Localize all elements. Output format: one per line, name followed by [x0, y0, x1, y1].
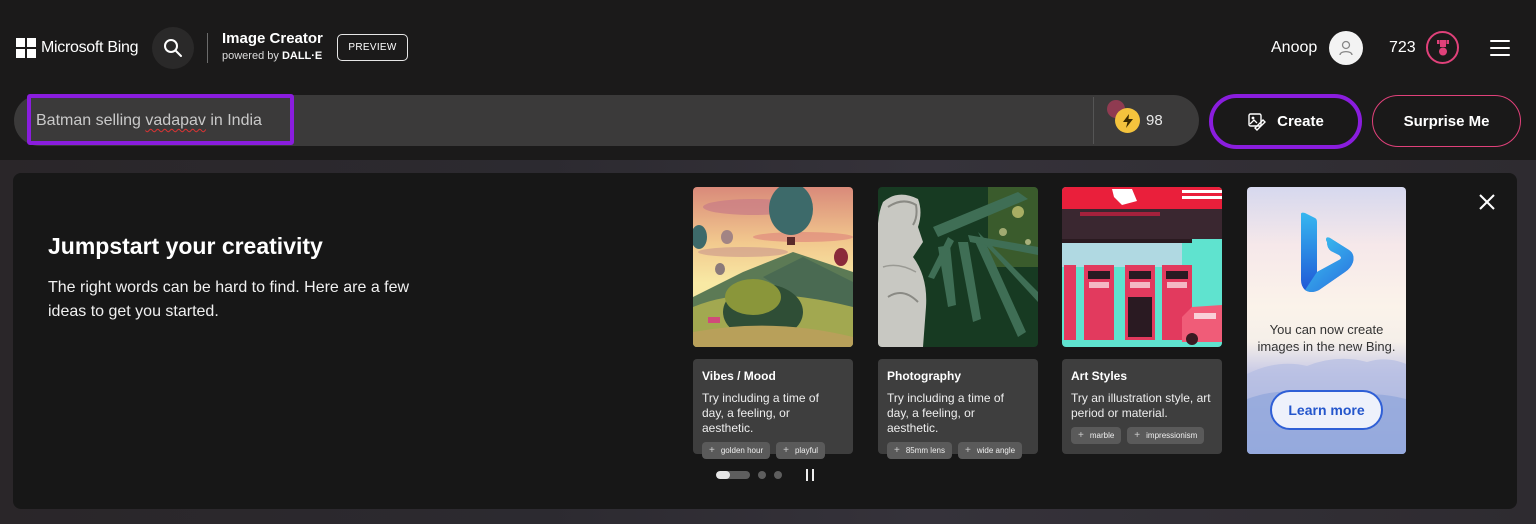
brand-sub-dalle: DALL·E	[281, 50, 323, 62]
idea-card-photography[interactable]: Photography Try including a time of day,…	[878, 187, 1038, 459]
microsoft-logo-icon	[16, 38, 36, 58]
microsoft-bing-logo[interactable]: Microsoft Bing	[16, 38, 138, 58]
card-description: Try including a time of day, a feeling, …	[887, 391, 1004, 435]
hamburger-line	[1490, 47, 1510, 49]
carousel-pause-button[interactable]	[806, 469, 814, 481]
prompt-text-part: in India	[205, 112, 262, 129]
chip-label: wide angle	[976, 446, 1016, 455]
chip-playful[interactable]: + playful	[776, 442, 826, 459]
search-icon	[164, 39, 182, 57]
close-icon[interactable]	[1477, 192, 1497, 212]
card-info: Vibes / Mood Try including a time of day…	[693, 359, 853, 459]
chip-list: + marble + impressionism	[1071, 427, 1213, 444]
plus-icon: +	[1078, 430, 1084, 441]
chip-label: golden hour	[720, 446, 764, 455]
create-image-icon	[1248, 112, 1267, 131]
chip-wide-angle[interactable]: + wide angle	[957, 442, 1023, 459]
gas-station-image	[1062, 187, 1222, 347]
statue-palm-image	[878, 187, 1038, 347]
plus-icon: +	[964, 445, 971, 456]
lightning-icon	[1122, 113, 1133, 128]
logo-text: Microsoft Bing	[41, 39, 139, 56]
rewards-points[interactable]: 723	[1389, 39, 1416, 57]
chip-85mm-lens[interactable]: +85mm lens	[887, 442, 952, 459]
idea-card-art-styles[interactable]: Art Styles Try an illustration style, ar…	[1062, 187, 1222, 454]
rewards-trophy-icon	[1436, 39, 1449, 55]
chip-list: +85mm lens + wide angle	[887, 442, 1029, 459]
card-description: Try including a time of day, a feeling, …	[702, 391, 819, 435]
preview-badge: PREVIEW	[337, 34, 408, 61]
idea-card-vibes[interactable]: Vibes / Mood Try including a time of day…	[693, 187, 853, 459]
brand-subtitle: powered by DALL·E	[222, 50, 323, 62]
image-creator-brand[interactable]: Image Creator powered by DALL·E	[222, 30, 323, 62]
chip-label: impressionism	[1146, 431, 1198, 440]
plus-icon: +	[783, 445, 789, 456]
carousel-dot[interactable]	[758, 471, 766, 479]
plus-icon: +	[894, 445, 900, 456]
chip-label: marble	[1089, 431, 1115, 440]
chip-impressionism[interactable]: + impressionism	[1127, 427, 1205, 444]
create-button[interactable]: Create	[1209, 94, 1362, 149]
plus-icon: +	[1134, 430, 1141, 441]
card-image-balloons[interactable]	[693, 187, 853, 347]
surprise-me-button[interactable]: Surprise Me	[1372, 95, 1521, 147]
panel-title: Jumpstart your creativity	[48, 233, 323, 259]
card-info: Photography Try including a time of day,…	[878, 359, 1038, 459]
boosts-count: 98	[1146, 112, 1163, 129]
user-icon	[1339, 40, 1353, 56]
avatar[interactable]	[1329, 31, 1363, 65]
prompt-text-part: Batman selling	[36, 112, 146, 129]
boosts-indicator[interactable]	[1107, 100, 1140, 133]
boost-coin	[1115, 108, 1140, 133]
bing-logo-icon	[1301, 212, 1354, 292]
rewards-button[interactable]	[1426, 31, 1459, 64]
chip-label: 85mm lens	[905, 446, 945, 455]
card-title: Art Styles	[1071, 369, 1128, 383]
hamburger-menu-button[interactable]	[1490, 40, 1510, 56]
card-title: Photography	[887, 369, 961, 383]
hamburger-line	[1490, 54, 1510, 56]
prompt-divider	[1093, 97, 1094, 144]
balloons-landscape-image	[693, 187, 853, 347]
misspelled-word: vadapav	[145, 112, 206, 129]
carousel-dot[interactable]	[774, 471, 782, 479]
hamburger-menu-icon	[1490, 40, 1510, 42]
pause-icon-bar	[812, 469, 814, 481]
new-bing-promo-card: You can now create images in the new Bin…	[1247, 187, 1406, 454]
card-title: Vibes / Mood	[702, 369, 776, 383]
brand-title: Image Creator	[222, 30, 323, 47]
carousel-pagination	[716, 471, 782, 479]
card-image-statue[interactable]	[878, 187, 1038, 347]
card-description: Try an illustration style, art period or…	[1071, 391, 1211, 420]
chip-list: + golden hour + playful	[702, 442, 844, 459]
promo-text: You can now create images in the new Bin…	[1257, 322, 1396, 354]
chip-marble[interactable]: + marble	[1071, 427, 1122, 444]
prompt-input[interactable]: Batman selling vadapav in India	[36, 112, 262, 130]
chip-label: playful	[794, 446, 819, 455]
brand-sub-prefix: powered by	[222, 50, 282, 62]
header-divider	[207, 33, 208, 63]
carousel-dot-active[interactable]	[716, 471, 750, 479]
learn-more-button[interactable]: Learn more	[1270, 390, 1383, 430]
panel-description: The right words can be hard to find. Her…	[48, 279, 410, 320]
top-header: Microsoft Bing Image Creator powered by …	[0, 0, 1536, 90]
create-button-label: Create	[1277, 113, 1324, 130]
chip-golden-hour[interactable]: + golden hour	[702, 442, 771, 459]
card-info: Art Styles Try an illustration style, ar…	[1062, 359, 1222, 454]
plus-icon: +	[709, 445, 715, 456]
user-name[interactable]: Anoop	[1271, 39, 1317, 57]
search-button[interactable]	[152, 27, 194, 69]
card-image-gas-station[interactable]	[1062, 187, 1222, 347]
pause-icon	[806, 469, 808, 481]
